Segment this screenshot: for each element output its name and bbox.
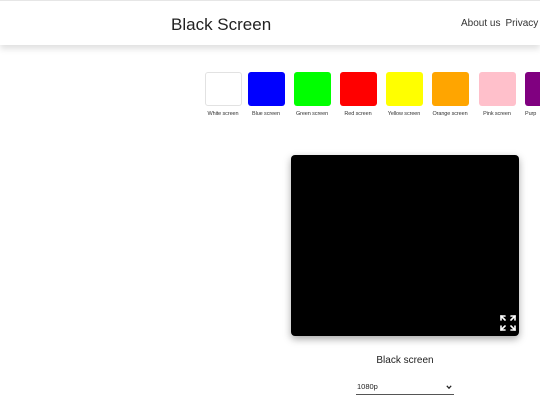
swatch-label: Green screen — [295, 111, 329, 117]
resolution-value: 1080p — [357, 382, 378, 391]
swatch-label: Purp — [525, 111, 537, 117]
page: Black Screen About us Privacy Pol White s… — [0, 0, 540, 405]
swatch-label: Blue screen — [252, 111, 280, 117]
swatch-color-box — [293, 72, 331, 106]
chevron-down-icon — [446, 385, 452, 390]
swatch-color-box — [385, 72, 423, 106]
swatch-green[interactable]: Green screen — [289, 72, 335, 117]
nav-menu: About us Privacy Pol — [461, 18, 540, 29]
preview-caption: Black screen — [376, 355, 434, 366]
swatch-color-box — [525, 72, 540, 106]
resolution-select[interactable]: 1080p — [356, 381, 454, 395]
site-header: Black Screen About us Privacy Pol — [0, 0, 540, 45]
swatch-purple[interactable]: Purp — [520, 72, 540, 117]
swatch-color-box — [339, 72, 377, 106]
swatch-label: Pink screen — [483, 111, 511, 117]
swatch-label: White screen — [207, 111, 239, 117]
screen-preview[interactable] — [291, 155, 519, 336]
nav-link-privacy[interactable]: Privacy Pol — [505, 18, 540, 29]
swatch-blue[interactable]: Blue screen — [243, 72, 289, 117]
site-title[interactable]: Black Screen — [171, 15, 271, 35]
swatch-yellow[interactable]: Yellow screen — [381, 72, 427, 117]
swatch-color-box — [204, 72, 242, 106]
swatch-pink[interactable]: Pink screen — [474, 72, 520, 117]
fullscreen-icon[interactable] — [500, 315, 516, 331]
swatch-orange[interactable]: Orange screen — [427, 72, 473, 117]
swatch-color-box — [478, 72, 516, 106]
swatch-color-box — [247, 72, 285, 106]
nav-link-about[interactable]: About us — [461, 18, 500, 29]
swatch-color-box — [431, 72, 469, 106]
swatch-red[interactable]: Red screen — [335, 72, 381, 117]
swatch-white[interactable]: White screen — [200, 72, 246, 117]
swatch-label: Yellow screen — [387, 111, 421, 117]
swatch-label: Red screen — [344, 111, 372, 117]
swatch-label: Orange screen — [432, 111, 468, 117]
